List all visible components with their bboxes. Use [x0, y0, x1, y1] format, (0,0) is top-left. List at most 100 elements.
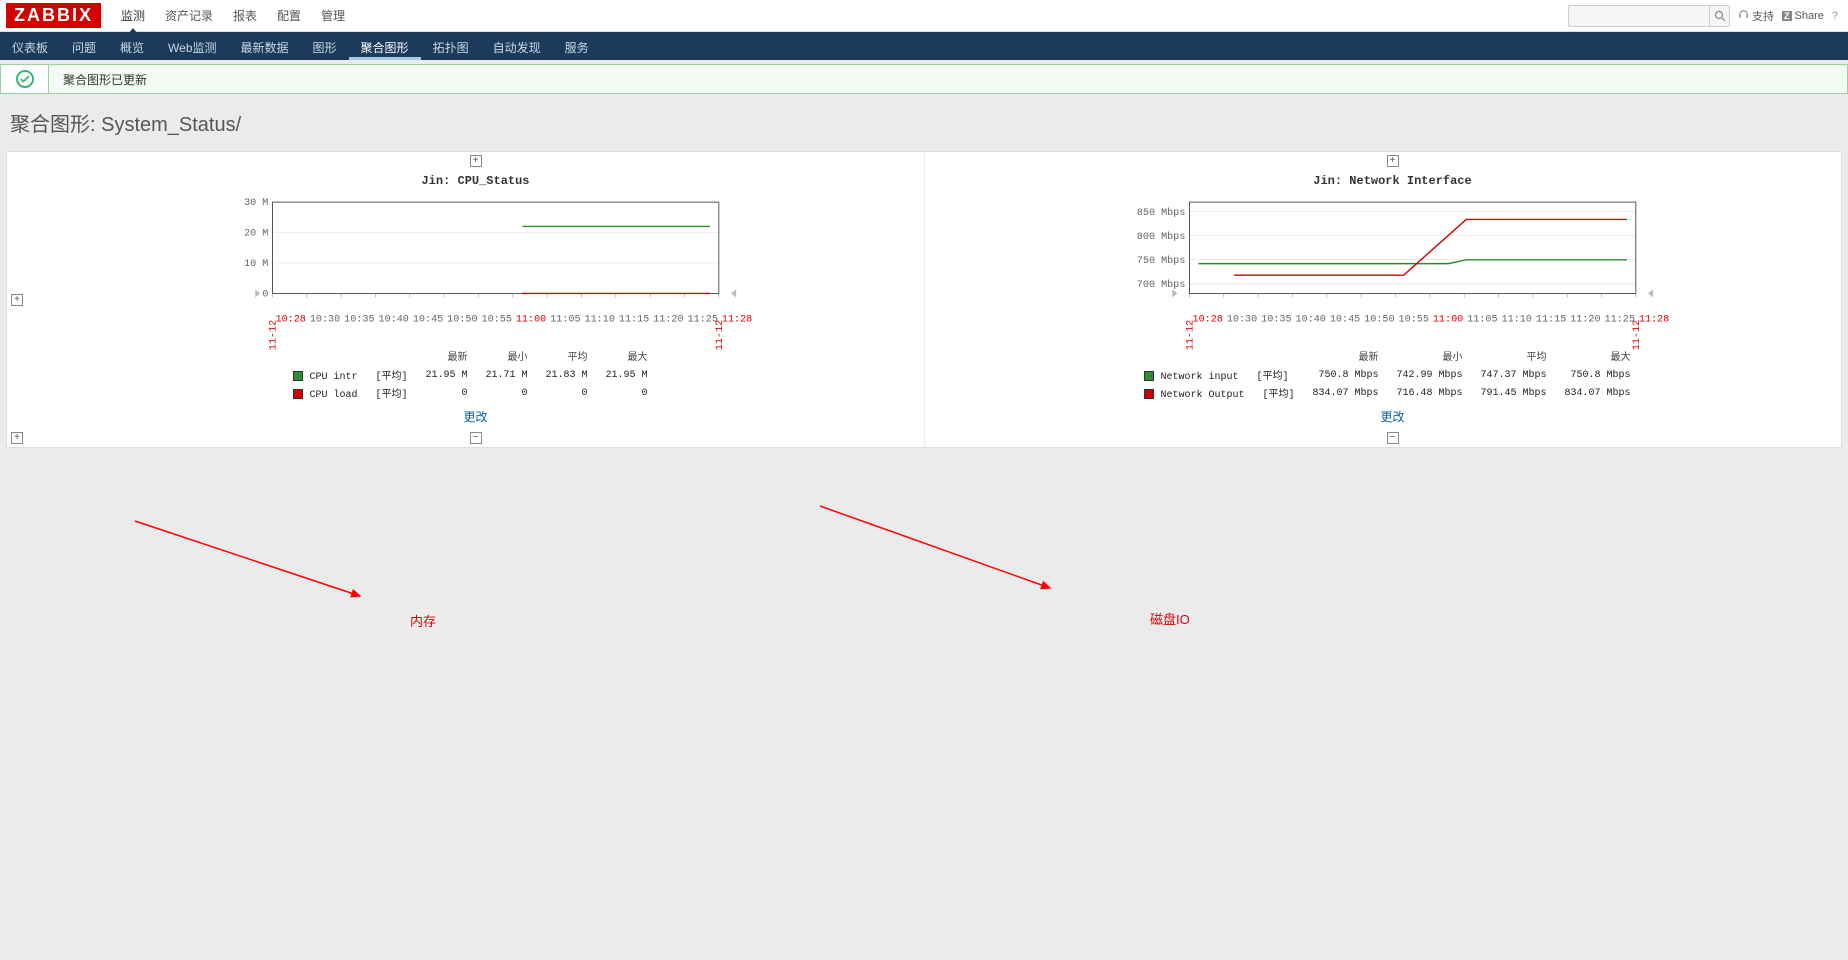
svg-text:11:28: 11:28 [1639, 314, 1669, 325]
remove-bot-2-cell: − [944, 429, 1841, 447]
top-menu-item-3[interactable]: 配置 [267, 0, 311, 32]
change-link[interactable]: 更改 [952, 408, 1833, 425]
annotation-arrow [129, 515, 374, 610]
banner-icon-wrap [1, 65, 49, 93]
share-z-icon: Z [1782, 11, 1792, 21]
chart-area: 0 10 M 20 M 30 M 10:28 10:30 10:35 10:40 10:45 10… [75, 194, 896, 334]
svg-text:10:45: 10:45 [413, 314, 443, 325]
chart-svg: 0 10 M 20 M 30 M 10:28 10:30 10:35 10:40 10:45 10… [75, 194, 896, 334]
graph-panel-network: Jin: Network Interface700 Mbps750 Mbps80… [944, 170, 1841, 429]
screen-container: + + + Jin: CPU_Status010 M20 M30 M10:281… [6, 151, 1842, 448]
header-right: 支持 Z Share ? [1568, 5, 1848, 27]
search-input[interactable] [1569, 7, 1709, 25]
add-top-right-cell: + [944, 152, 1841, 170]
annotation-arrow [814, 500, 1064, 602]
subnav-item-4[interactable]: 最新数据 [229, 32, 301, 60]
svg-text:10:55: 10:55 [1399, 314, 1429, 325]
svg-text:10 M: 10 M [244, 259, 268, 270]
top-menu-item-4[interactable]: 管理 [311, 0, 355, 32]
svg-text:10:28: 10:28 [276, 314, 306, 325]
svg-text:11:10: 11:10 [1502, 314, 1532, 325]
svg-text:11:25: 11:25 [688, 314, 718, 325]
add-top-left-cell: + [27, 152, 924, 170]
svg-text:30 M: 30 M [244, 198, 268, 209]
subnav-item-7[interactable]: 拓扑图 [421, 32, 481, 60]
svg-text:10:40: 10:40 [1296, 314, 1326, 325]
svg-text:11-12: 11-12 [715, 320, 726, 350]
annotation-label: 磁盘IO [1150, 609, 1190, 628]
svg-text:850 Mbps: 850 Mbps [1137, 207, 1186, 219]
chart-area: 700 Mbps750 Mbps800 Mbps850 Mbps10:2810:… [992, 194, 1813, 334]
svg-text:11:00: 11:00 [516, 314, 546, 325]
plus-icon[interactable]: + [1387, 155, 1399, 167]
svg-text:11:20: 11:20 [1570, 314, 1600, 325]
svg-text:11:05: 11:05 [550, 314, 580, 325]
annotation-layer: 内存 磁盘IO [0, 456, 1848, 656]
subnav-item-6[interactable]: 聚合图形 [349, 32, 421, 60]
svg-text:10:28: 10:28 [1193, 314, 1223, 325]
chart-title: Jin: CPU_Status [35, 174, 916, 188]
subnav-item-1[interactable]: 问题 [60, 32, 108, 60]
minus-icon[interactable]: − [1387, 432, 1399, 444]
top-menu-item-0[interactable]: 监测 [111, 0, 155, 32]
svg-text:10:30: 10:30 [310, 314, 340, 325]
svg-text:11:28: 11:28 [722, 314, 752, 325]
logo: ZABBIX [6, 3, 101, 28]
subnav-item-5[interactable]: 图形 [301, 32, 349, 60]
svg-text:11:20: 11:20 [653, 314, 683, 325]
subnav-item-3[interactable]: Web监测 [156, 32, 228, 60]
search-icon[interactable] [1709, 6, 1729, 26]
svg-text:11-12: 11-12 [269, 320, 280, 350]
svg-text:10:40: 10:40 [379, 314, 409, 325]
headphones-icon [1738, 9, 1749, 23]
graph-panel-cpu: Jin: CPU_Status 0 10 M 20 M 30 M 10:28 10:30 10… [27, 170, 924, 429]
svg-text:10:50: 10:50 [1364, 314, 1394, 325]
support-label: 支持 [1752, 8, 1774, 24]
svg-text:10:35: 10:35 [1261, 314, 1291, 325]
top-header: ZABBIX 监测资产记录报表配置管理 支持 Z Share ? [0, 0, 1848, 32]
chart-svg: 700 Mbps750 Mbps800 Mbps850 Mbps10:2810:… [992, 194, 1813, 334]
support-link[interactable]: 支持 [1738, 8, 1774, 24]
svg-text:800 Mbps: 800 Mbps [1137, 231, 1186, 243]
plus-icon[interactable]: + [11, 294, 23, 306]
svg-text:10:35: 10:35 [344, 314, 374, 325]
top-menu-item-1[interactable]: 资产记录 [155, 0, 223, 32]
sub-nav: 仪表板问题概览Web监测最新数据图形聚合图形拓扑图自动发现服务 [0, 32, 1848, 60]
change-link[interactable]: 更改 [35, 408, 916, 425]
check-circle-icon [16, 70, 34, 88]
chart-legend: 最新最小平均最大CPU intr [平均]21.95 M21.71 M21.83… [35, 348, 916, 402]
svg-text:10:30: 10:30 [1227, 314, 1257, 325]
page-title: 聚合图形: System_Status/ [0, 94, 1848, 151]
share-link[interactable]: Z Share [1782, 10, 1824, 22]
svg-text:11:00: 11:00 [1433, 314, 1463, 325]
svg-text:20 M: 20 M [244, 229, 268, 240]
chart-title: Jin: Network Interface [952, 174, 1833, 188]
subnav-item-2[interactable]: 概览 [108, 32, 156, 60]
svg-text:10:55: 10:55 [482, 314, 512, 325]
svg-text:11:05: 11:05 [1467, 314, 1497, 325]
add-bot-left-cell: + [7, 429, 27, 447]
annotation-label: 内存 [410, 611, 436, 630]
subnav-item-8[interactable]: 自动发现 [481, 32, 553, 60]
svg-text:11:25: 11:25 [1605, 314, 1635, 325]
svg-text:0: 0 [262, 289, 268, 300]
svg-text:11:15: 11:15 [619, 314, 649, 325]
plus-icon[interactable]: + [470, 155, 482, 167]
search-box [1568, 5, 1730, 27]
svg-text:11-12: 11-12 [1632, 320, 1643, 350]
subnav-item-9[interactable]: 服务 [553, 32, 601, 60]
svg-text:10:45: 10:45 [1330, 314, 1360, 325]
svg-text:10:50: 10:50 [447, 314, 477, 325]
chart-legend: 最新最小平均最大Network input [平均]750.8 Mbps742.… [952, 348, 1833, 402]
subnav-item-0[interactable]: 仪表板 [0, 32, 60, 60]
top-menu-item-2[interactable]: 报表 [223, 0, 267, 32]
svg-text:700 Mbps: 700 Mbps [1137, 279, 1186, 291]
add-mid-left-cell: + [7, 294, 27, 306]
help-link[interactable]: ? [1832, 10, 1838, 22]
success-banner: 聚合图形已更新 [0, 64, 1848, 94]
plus-icon[interactable]: + [11, 432, 23, 444]
minus-icon[interactable]: − [470, 432, 482, 444]
share-label: Share [1795, 10, 1824, 22]
banner-message: 聚合图形已更新 [49, 71, 147, 88]
svg-text:11:10: 11:10 [585, 314, 615, 325]
